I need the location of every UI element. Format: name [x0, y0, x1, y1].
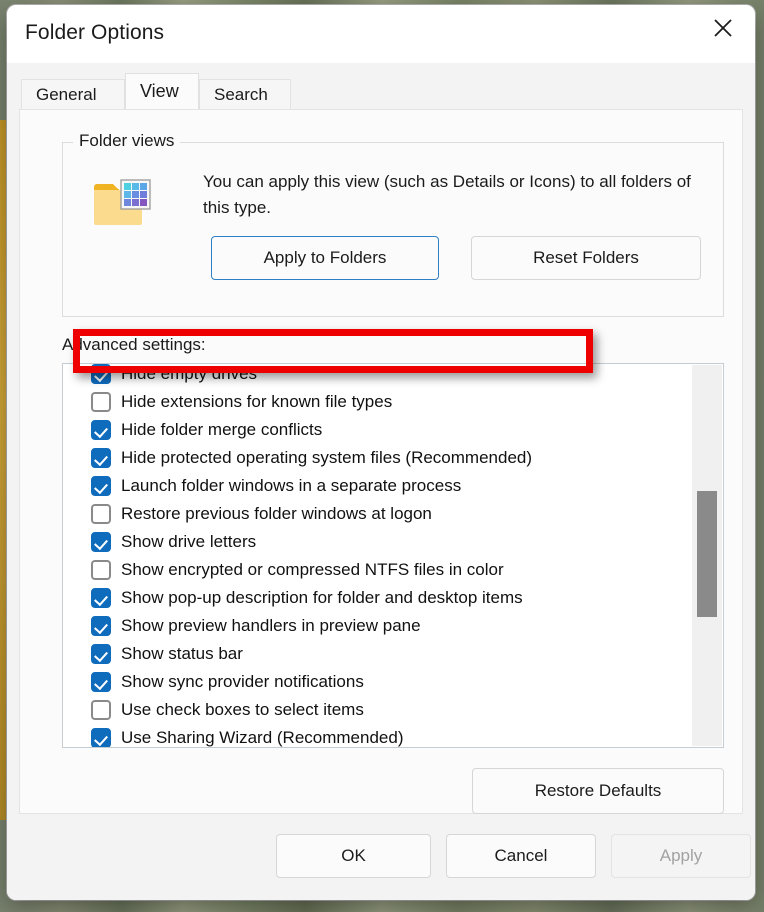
tab-strip: General View Search [7, 73, 755, 109]
advanced-setting-row[interactable]: Show status bar [63, 640, 691, 668]
tab-search[interactable]: Search [199, 79, 291, 109]
folder-options-dialog: Folder Options General View Search Folde… [7, 5, 755, 900]
advanced-setting-row[interactable]: Hide folder merge conflicts [63, 416, 691, 444]
advanced-setting-label: Hide extensions for known file types [121, 392, 393, 411]
checkbox-unchecked-icon[interactable] [91, 504, 111, 524]
advanced-settings-list-inner: Hide empty drives Hide extensions for kno… [63, 364, 691, 747]
advanced-settings-list[interactable]: Hide empty drives Hide extensions for kno… [62, 363, 724, 748]
advanced-setting-label: Use check boxes to select items [121, 700, 364, 719]
checkbox-checked-icon[interactable] [91, 616, 111, 636]
reset-folders-button[interactable]: Reset Folders [471, 236, 701, 280]
advanced-setting-row[interactable]: Hide protected operating system files (R… [63, 444, 691, 472]
advanced-setting-row[interactable]: Show sync provider notifications [63, 668, 691, 696]
advanced-setting-label: Use Sharing Wizard (Recommended) [121, 728, 404, 747]
dialog-footer: OK Cancel Apply [7, 814, 755, 900]
tab-general[interactable]: General [21, 79, 125, 109]
apply-to-folders-button[interactable]: Apply to Folders [211, 236, 439, 280]
advanced-setting-label: Show sync provider notifications [121, 672, 364, 691]
folder-views-group: Folder views You can apply this view (su… [62, 131, 724, 317]
checkbox-checked-icon[interactable] [91, 728, 111, 747]
checkbox-checked-icon[interactable] [91, 448, 111, 468]
advanced-setting-row[interactable]: Show pop-up description for folder and d… [63, 584, 691, 612]
tab-view-label: View [140, 81, 179, 101]
advanced-setting-label: Launch folder windows in a separate proc… [121, 476, 462, 495]
advanced-setting-row[interactable]: Show preview handlers in preview pane [63, 612, 691, 640]
advanced-setting-label: Show pop-up description for folder and d… [121, 588, 523, 607]
folder-views-description: You can apply this view (such as Details… [203, 172, 691, 217]
checkbox-checked-icon[interactable] [91, 532, 111, 552]
tab-view[interactable]: View [125, 73, 199, 109]
advanced-setting-row[interactable]: Hide empty drives [63, 364, 691, 388]
checkbox-unchecked-icon[interactable] [91, 560, 111, 580]
tab-general-label: General [36, 84, 97, 104]
checkbox-checked-icon[interactable] [91, 672, 111, 692]
cancel-button[interactable]: Cancel [446, 834, 596, 878]
advanced-settings-label: Advanced settings: [62, 335, 206, 354]
advanced-setting-label: Show encrypted or compressed NTFS files … [121, 560, 504, 579]
checkbox-checked-icon[interactable] [91, 364, 111, 384]
title-bar: Folder Options [7, 5, 755, 63]
advanced-setting-row[interactable]: Show encrypted or compressed NTFS files … [63, 556, 691, 584]
advanced-setting-row[interactable]: Hide extensions for known file types [63, 388, 691, 416]
apply-button: Apply [611, 834, 751, 878]
checkbox-checked-icon[interactable] [91, 420, 111, 440]
ok-button[interactable]: OK [276, 834, 431, 878]
advanced-setting-row[interactable]: Use check boxes to select items [63, 696, 691, 724]
view-tab-panel: Folder views You can apply this view (su… [19, 109, 743, 814]
folder-views-legend: Folder views [73, 131, 181, 151]
advanced-setting-row[interactable]: Launch folder windows in a separate proc… [63, 472, 691, 500]
background-window-strip [0, 120, 7, 820]
advanced-setting-row[interactable]: Restore previous folder windows at logon [63, 500, 691, 528]
checkbox-unchecked-icon[interactable] [91, 392, 111, 412]
advanced-setting-label: Show drive letters [121, 532, 257, 551]
advanced-setting-label: Hide folder merge conflicts [121, 420, 323, 439]
folder-view-icon [91, 175, 155, 231]
close-icon[interactable] [697, 5, 749, 51]
advanced-setting-label: Hide protected operating system files (R… [121, 448, 533, 467]
checkbox-checked-icon[interactable] [91, 644, 111, 664]
advanced-setting-row[interactable]: Use Sharing Wizard (Recommended) [63, 724, 691, 747]
advanced-setting-label: Hide empty drives [121, 364, 258, 383]
restore-defaults-button[interactable]: Restore Defaults [472, 768, 724, 814]
advanced-setting-label: Show status bar [121, 644, 243, 663]
checkbox-checked-icon[interactable] [91, 476, 111, 496]
checkbox-unchecked-icon[interactable] [91, 700, 111, 720]
list-scrollbar-thumb[interactable] [697, 491, 717, 617]
list-scrollbar-track[interactable] [692, 365, 722, 746]
advanced-setting-label: Restore previous folder windows at logon [121, 504, 432, 523]
advanced-setting-label: Show preview handlers in preview pane [121, 616, 421, 635]
advanced-setting-row[interactable]: Show drive letters [63, 528, 691, 556]
tab-search-label: Search [214, 84, 268, 104]
window-title: Folder Options [25, 21, 165, 44]
checkbox-checked-icon[interactable] [91, 588, 111, 608]
